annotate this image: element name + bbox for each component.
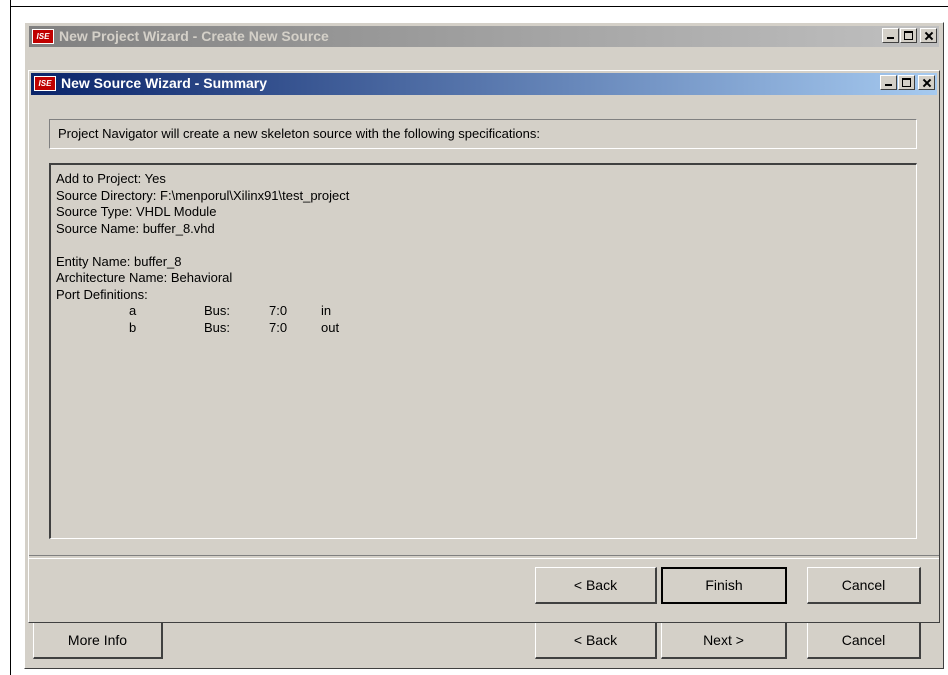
more-info-button[interactable]: More Info xyxy=(33,622,163,659)
frame-top-line xyxy=(10,6,948,7)
outer-title-bar[interactable]: ISE New Project Wizard - Create New Sour… xyxy=(29,26,939,47)
port-row: b Bus: 7:0 out xyxy=(56,320,916,337)
inner-window-title: New Source Wizard - Summary xyxy=(61,75,268,91)
source-directory-line: Source Directory: F:\menporul\Xilinx91\t… xyxy=(56,187,350,203)
ise-app-icon: ISE xyxy=(32,29,54,44)
inner-title-bar[interactable]: ISE New Source Wizard - Summary xyxy=(31,73,937,95)
maximize-icon[interactable] xyxy=(898,75,915,90)
port-type: Bus: xyxy=(204,319,231,335)
port-direction: in xyxy=(321,303,332,318)
port-definitions-label: Port Definitions: xyxy=(56,286,148,302)
minimize-icon[interactable] xyxy=(880,75,897,90)
inner-separator xyxy=(29,555,939,559)
summary-text-area[interactable]: Add to Project: Yes Source Directory: F:… xyxy=(49,163,917,539)
new-source-wizard-window: ISE New Source Wizard - Summary Project … xyxy=(28,70,940,623)
cancel-button[interactable]: Cancel xyxy=(807,567,921,604)
architecture-name-line: Architecture Name: Behavioral xyxy=(56,270,233,285)
maximize-icon[interactable] xyxy=(900,28,917,43)
source-name-line: Source Name: buffer_8.vhd xyxy=(56,220,215,236)
specifications-header: Project Navigator will create a new skel… xyxy=(49,119,917,149)
back-button[interactable]: < Back xyxy=(535,567,657,604)
close-icon[interactable] xyxy=(918,75,935,90)
next-button[interactable]: Next > xyxy=(661,622,787,659)
frame-left-line xyxy=(10,0,11,675)
finish-button[interactable]: Finish xyxy=(661,567,787,604)
port-type: Bus: xyxy=(204,303,231,318)
port-name: a xyxy=(129,303,137,318)
close-icon[interactable] xyxy=(920,28,937,43)
ise-app-icon: ISE xyxy=(34,76,56,91)
add-to-project-line: Add to Project: Yes xyxy=(56,171,166,186)
summary-spacer xyxy=(56,237,916,254)
outer-cancel-button[interactable]: Cancel xyxy=(807,622,921,659)
port-name: b xyxy=(129,319,137,335)
port-direction: out xyxy=(321,319,340,335)
outer-window-title: New Project Wizard - Create New Source xyxy=(59,28,329,44)
port-range: 7:0 xyxy=(269,303,288,318)
outer-back-button[interactable]: < Back xyxy=(535,622,657,659)
source-type-line: Source Type: VHDL Module xyxy=(56,204,217,219)
entity-name-line: Entity Name: buffer_8 xyxy=(56,253,182,269)
port-range: 7:0 xyxy=(269,319,288,335)
minimize-icon[interactable] xyxy=(882,28,899,43)
port-row: a Bus: 7:0 in xyxy=(56,303,916,320)
